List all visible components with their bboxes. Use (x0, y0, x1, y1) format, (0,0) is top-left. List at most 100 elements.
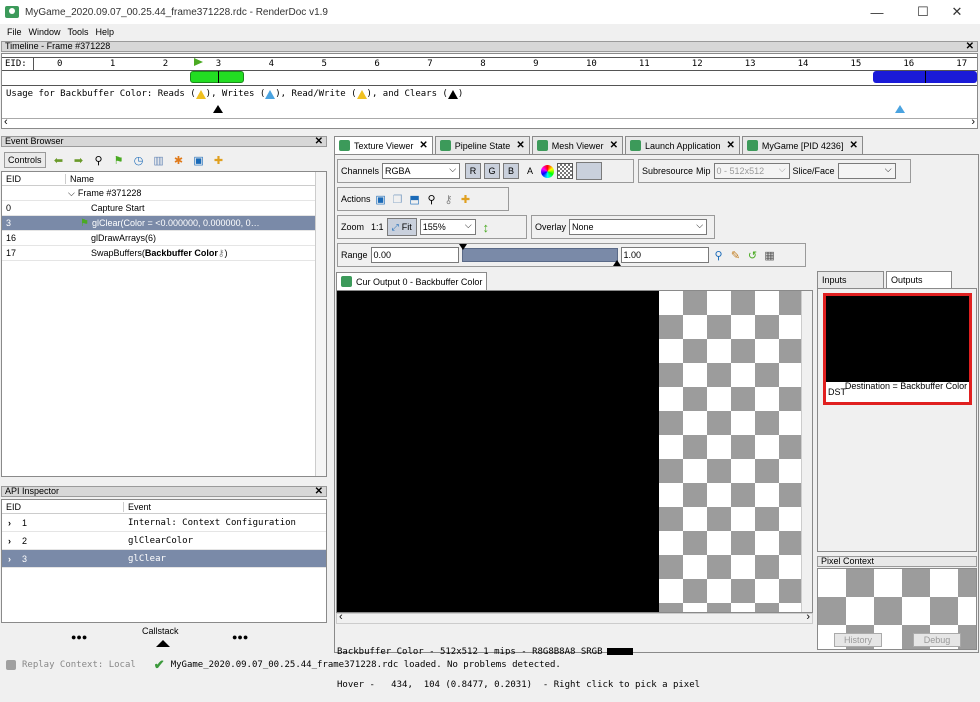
tab-outputs[interactable]: Outputs (886, 271, 952, 288)
tree-row-frame[interactable]: ⌵ Frame #371228 (2, 186, 326, 201)
output-thumbnail[interactable]: DST Destination = Backbuffer Color (823, 293, 972, 405)
link-resource-icon[interactable]: ⚷ (442, 192, 456, 206)
api-row-1[interactable]: › 1 Internal: Context Configuration (2, 514, 326, 532)
pixel-context-view[interactable]: History Debug (817, 568, 977, 650)
expand-arrow-icon[interactable]: › (2, 518, 12, 528)
close-event-browser-icon[interactable]: ✕ (315, 137, 323, 147)
right-dots-handle[interactable]: ●●● (232, 632, 248, 642)
puzzle-icon[interactable]: ✚ (212, 153, 226, 167)
event-marker-green[interactable] (190, 71, 244, 83)
eid-column-header[interactable]: EID (2, 173, 66, 184)
menu-help[interactable]: Help (96, 27, 115, 37)
callstack-expand-icon[interactable] (156, 640, 170, 647)
scroll-right-icon[interactable]: › (806, 611, 810, 623)
resource-link-text[interactable]: Backbuffer Color (145, 248, 218, 258)
menu-file[interactable]: File (7, 27, 22, 37)
timeline-scrollbar[interactable]: ‹ › (2, 116, 977, 128)
alpha-channel-toggle[interactable]: A (522, 166, 538, 176)
next-arrow-icon[interactable]: ➡ (72, 153, 86, 167)
scroll-left-icon[interactable]: ‹ (339, 611, 343, 623)
extension-puzzle-icon[interactable]: ✚ (459, 192, 473, 206)
zoom-range-icon[interactable]: ⚲ (712, 248, 726, 262)
close-timeline-icon[interactable]: ✕ (966, 42, 974, 52)
menu-tools[interactable]: Tools (68, 27, 89, 37)
fit-button[interactable]: ⤢ Fit (386, 218, 417, 236)
range-min-input[interactable]: 0.00 (370, 247, 459, 263)
histogram-icon[interactable]: ▦ (763, 248, 777, 262)
minimize-button[interactable]: — (854, 0, 900, 24)
event-tree-scrollbar[interactable] (315, 172, 326, 476)
channels-select[interactable]: RGBA (382, 163, 461, 179)
tree-row-glclear[interactable]: 3 ⚑ glClear(Color = <0.000000, 0.000000,… (2, 216, 326, 231)
locate-binoculars-icon[interactable]: ⚲ (425, 192, 439, 206)
close-tab-icon[interactable]: ✕ (610, 140, 618, 151)
menu-window[interactable]: Window (29, 27, 61, 37)
save-icon[interactable]: ▣ (192, 153, 206, 167)
custom-shader-button[interactable] (576, 162, 603, 180)
api-eid-column-header[interactable]: EID (2, 501, 124, 512)
timeline-panel[interactable]: EID: 0 1 2 3 4 5 6 7 8 9 10 11 12 13 14 15 16 17 Usage fo… (1, 53, 978, 129)
previous-arrow-icon[interactable]: ⬅ (52, 153, 66, 167)
texture-horizontal-scrollbar[interactable]: ‹ › (336, 611, 813, 624)
range-histogram-slider[interactable] (458, 244, 621, 266)
timing-clock-icon[interactable]: ◷ (132, 153, 146, 167)
replay-context-label[interactable]: Replay Context: Local (22, 660, 136, 670)
tab-cur-output[interactable]: Cur Output 0 - Backbuffer Color (336, 272, 488, 290)
tab-texture-viewer[interactable]: Texture Viewer ✕ (334, 136, 433, 154)
api-inspector-list[interactable]: EID Event › 1 Internal: Context Configur… (1, 499, 327, 623)
name-column-header[interactable]: Name (66, 174, 94, 184)
close-tab-icon[interactable]: ✕ (849, 140, 857, 151)
open-icon[interactable]: ⬒ (408, 192, 422, 206)
checkerboard-toggle-icon[interactable] (557, 163, 574, 179)
scroll-left-icon[interactable]: ‹ (4, 116, 8, 128)
texture-display[interactable] (336, 290, 813, 613)
texture-vertical-scrollbar[interactable] (801, 291, 812, 612)
api-row-2[interactable]: › 2 glClearColor (2, 532, 326, 550)
close-tab-icon[interactable]: ✕ (727, 140, 735, 151)
stats-chart-icon[interactable]: ▥ (152, 153, 166, 167)
event-browser-tree[interactable]: EID Name ⌵ Frame #371228 0 Capture Start… (1, 171, 327, 477)
save-texture-icon[interactable]: ▣ (374, 192, 388, 206)
range-max-handle[interactable] (612, 260, 621, 266)
close-tab-icon[interactable]: ✕ (419, 140, 427, 151)
bookmark-flag-icon[interactable]: ⚑ (112, 153, 126, 167)
asterisk-icon[interactable]: ✱ (172, 153, 186, 167)
debug-button[interactable]: Debug (913, 633, 961, 647)
green-channel-toggle[interactable]: G (484, 163, 501, 179)
range-max-input[interactable]: 1.00 (620, 247, 709, 263)
controls-button[interactable]: Controls (4, 152, 46, 168)
close-window-button[interactable]: ✕ (934, 0, 980, 24)
slice-face-select[interactable] (837, 163, 896, 179)
api-event-column-header[interactable]: Event (124, 502, 151, 512)
tree-row-gldrawarrays[interactable]: 16 glDrawArrays(6) (2, 231, 326, 246)
tab-mesh-viewer[interactable]: Mesh Viewer ✕ (531, 136, 623, 154)
tab-launch-application[interactable]: Launch Application ✕ (624, 136, 740, 154)
auto-fit-wand-icon[interactable]: ✎ (729, 248, 743, 262)
left-dots-handle[interactable]: ●●● (71, 632, 87, 642)
range-min-handle[interactable] (458, 244, 467, 250)
history-button[interactable]: History (834, 633, 882, 647)
reset-range-icon[interactable]: ↺ (746, 248, 760, 262)
red-channel-toggle[interactable]: R (465, 163, 482, 179)
color-wheel-icon[interactable] (541, 164, 555, 178)
flip-vertical-icon[interactable]: ↕ (479, 220, 493, 235)
api-row-3[interactable]: › 3 glClear (2, 550, 326, 568)
zoom-1to1-button[interactable]: 1:1 (371, 222, 384, 232)
expand-arrow-icon[interactable]: › (2, 554, 12, 564)
callstack-label[interactable]: Callstack (142, 626, 179, 636)
expand-arrow-icon[interactable]: › (2, 536, 12, 546)
overlay-select[interactable]: None (569, 219, 708, 235)
close-api-inspector-icon[interactable]: ✕ (315, 487, 323, 497)
rendered-texture[interactable] (337, 291, 659, 612)
tab-mygame-pid[interactable]: MyGame [PID 4236] ✕ (741, 136, 863, 154)
tree-row-swapbuffers[interactable]: 17 SwapBuffers( Backbuffer Color ⚷ ) (2, 246, 326, 261)
find-binoculars-icon[interactable]: ⚲ (92, 153, 106, 167)
blue-channel-toggle[interactable]: B (503, 163, 520, 179)
expand-chevron-icon[interactable]: ⌵ (66, 188, 75, 199)
zoom-select[interactable]: 155% (419, 219, 476, 235)
tree-row-capture-start[interactable]: 0 Capture Start (2, 201, 326, 216)
copy-icon[interactable]: ❐ (391, 192, 405, 206)
tab-inputs[interactable]: Inputs (817, 271, 884, 288)
mip-select[interactable]: 0 - 512x512 (713, 163, 790, 179)
tab-pipeline-state[interactable]: Pipeline State ✕ (434, 136, 530, 154)
